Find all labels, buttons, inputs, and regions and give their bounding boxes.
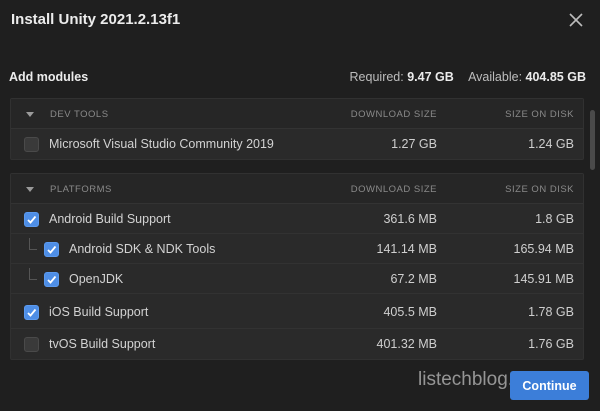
- tree-connector: [29, 238, 37, 250]
- required-label: Required:: [349, 70, 404, 84]
- module-label: Android Build Support: [49, 212, 171, 226]
- title-bar: Install Unity 2021.2.13f1: [0, 0, 600, 42]
- checkbox-openjdk[interactable]: [44, 272, 59, 287]
- module-row-tvos[interactable]: tvOS Build Support 401.32 MB 1.76 GB: [11, 329, 583, 359]
- checkbox-ios[interactable]: [24, 305, 39, 320]
- size-summary: Required: 9.47 GB Available: 404.85 GB: [350, 70, 586, 84]
- checkbox-android-sdk-ndk[interactable]: [44, 242, 59, 257]
- section-dev-tools: DEV TOOLS DOWNLOAD SIZE SIZE ON DISK Mic…: [10, 98, 584, 160]
- checkmark-icon: [47, 275, 57, 284]
- tree-connector: [29, 268, 37, 280]
- add-modules-heading: Add modules: [9, 70, 89, 84]
- module-disk-size: 145.91 MB: [513, 272, 574, 286]
- module-label: Android SDK & NDK Tools: [69, 242, 216, 256]
- module-download-size: 361.6 MB: [383, 212, 437, 226]
- module-row-android-sdk-ndk[interactable]: Android SDK & NDK Tools 141.14 MB 165.94…: [11, 234, 583, 264]
- window-title: Install Unity 2021.2.13f1: [11, 11, 181, 28]
- module-download-size: 401.32 MB: [376, 337, 437, 351]
- close-icon: [569, 13, 583, 27]
- module-row-android[interactable]: Android Build Support 361.6 MB 1.8 GB: [11, 204, 583, 234]
- scrollbar[interactable]: [590, 96, 596, 360]
- column-size-on-disk: SIZE ON DISK: [505, 184, 574, 195]
- module-disk-size: 1.78 GB: [528, 305, 574, 319]
- required-value: 9.47 GB: [407, 70, 454, 84]
- checkmark-icon: [27, 308, 37, 317]
- module-label: Microsoft Visual Studio Community 2019: [49, 137, 274, 151]
- section-platforms: PLATFORMS DOWNLOAD SIZE SIZE ON DISK And…: [10, 173, 584, 360]
- module-label: tvOS Build Support: [49, 337, 156, 351]
- column-download-size: DOWNLOAD SIZE: [350, 184, 437, 195]
- module-row-openjdk[interactable]: OpenJDK 67.2 MB 145.91 MB: [11, 264, 583, 294]
- module-disk-size: 1.8 GB: [535, 212, 574, 226]
- module-download-size: 1.27 GB: [391, 137, 437, 151]
- scrollbar-thumb[interactable]: [590, 110, 595, 170]
- section-title: PLATFORMS: [50, 184, 112, 195]
- column-size-on-disk: SIZE ON DISK: [505, 109, 574, 120]
- column-download-size: DOWNLOAD SIZE: [350, 109, 437, 120]
- module-row-visual-studio[interactable]: Microsoft Visual Studio Community 2019 1…: [11, 129, 583, 159]
- checkbox-android[interactable]: [24, 212, 39, 227]
- checkbox-visual-studio[interactable]: [24, 137, 39, 152]
- section-header-dev-tools[interactable]: DEV TOOLS DOWNLOAD SIZE SIZE ON DISK: [11, 99, 583, 129]
- section-title: DEV TOOLS: [50, 109, 109, 120]
- module-label: iOS Build Support: [49, 305, 149, 319]
- available-label: Available:: [468, 70, 523, 84]
- checkmark-icon: [47, 245, 57, 254]
- caret-down-icon: [26, 187, 34, 192]
- checkbox-tvos[interactable]: [24, 337, 39, 352]
- module-disk-size: 1.76 GB: [528, 337, 574, 351]
- module-download-size: 141.14 MB: [376, 242, 437, 256]
- caret-down-icon: [26, 112, 34, 117]
- module-disk-size: 165.94 MB: [513, 242, 574, 256]
- module-label: OpenJDK: [69, 272, 124, 286]
- summary-bar: Add modules Required: 9.47 GB Available:…: [0, 68, 600, 88]
- checkmark-icon: [27, 215, 37, 224]
- module-download-size: 67.2 MB: [390, 272, 437, 286]
- footer: listechblog.com Continue: [0, 360, 600, 411]
- close-button[interactable]: [566, 10, 586, 30]
- available-value: 404.85 GB: [525, 70, 586, 84]
- module-row-ios[interactable]: iOS Build Support 405.5 MB 1.78 GB: [11, 294, 583, 329]
- module-download-size: 405.5 MB: [383, 305, 437, 319]
- continue-button[interactable]: Continue: [510, 371, 589, 400]
- modules-list[interactable]: DEV TOOLS DOWNLOAD SIZE SIZE ON DISK Mic…: [0, 96, 600, 360]
- section-header-platforms[interactable]: PLATFORMS DOWNLOAD SIZE SIZE ON DISK: [11, 174, 583, 204]
- module-disk-size: 1.24 GB: [528, 137, 574, 151]
